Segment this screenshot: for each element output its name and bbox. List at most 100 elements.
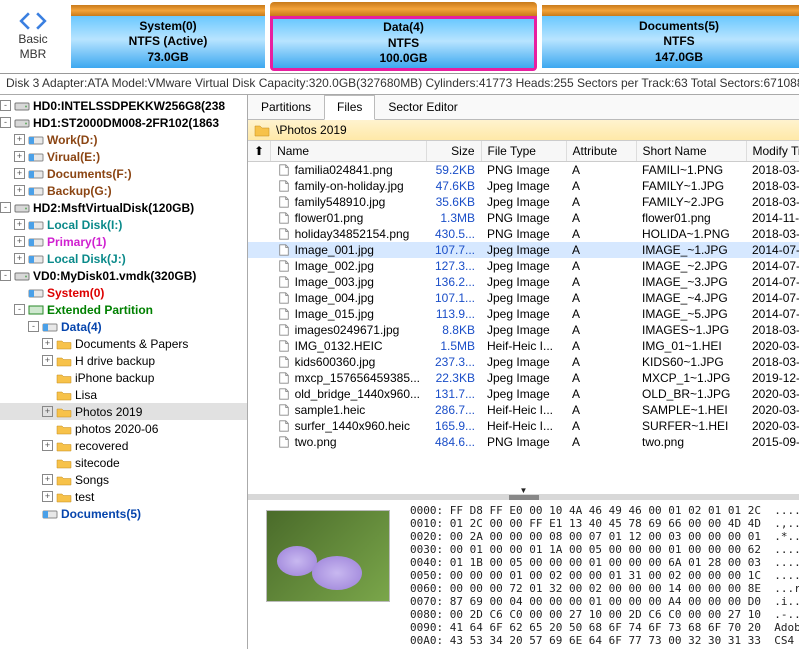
tree-item[interactable]: + test [0, 488, 247, 505]
tree-item[interactable]: + Work(D:) [0, 131, 247, 148]
tree-item[interactable]: -HD2:MsftVirtualDisk(120GB) [0, 199, 247, 216]
file-row[interactable]: Image_015.jpg113.9...Jpeg ImageAIMAGE_~5… [248, 306, 799, 322]
expand-toggle[interactable]: - [0, 100, 11, 111]
expand-toggle[interactable]: + [14, 185, 25, 196]
file-list[interactable]: ⬆ Name Size File Type Attribute Short Na… [248, 141, 799, 494]
image-preview [248, 500, 408, 649]
folder-icon [56, 371, 72, 385]
tree-label: photos 2020-06 [75, 422, 158, 436]
splitter-handle[interactable] [509, 495, 539, 500]
tree-item[interactable]: + Backup(G:) [0, 182, 247, 199]
file-row[interactable]: Image_001.jpg107.7...Jpeg ImageAIMAGE_~1… [248, 242, 799, 258]
col-short[interactable]: Short Name [636, 141, 746, 162]
tree-item[interactable]: -Extended Partition [0, 301, 247, 318]
folder-icon [56, 456, 72, 470]
tree-item[interactable]: - HD0:INTELSSDPEKKW256G8(238 [0, 97, 247, 114]
col-attr[interactable]: Attribute [566, 141, 636, 162]
expand-toggle[interactable]: - [28, 321, 39, 332]
prev-disk-icon[interactable] [18, 12, 32, 30]
expand-toggle[interactable]: + [14, 168, 25, 179]
disk-tree[interactable]: - HD0:INTELSSDPEKKW256G8(238 - HD1:ST2000DM… [0, 95, 248, 649]
col-mtime[interactable]: Modify Time [746, 141, 799, 162]
tree-item[interactable]: System(0) [0, 284, 247, 301]
tree-item[interactable]: Documents(5) [0, 505, 247, 522]
tree-label: H drive backup [75, 354, 155, 368]
partition-bar: BasicMBR System(0)NTFS (Active)73.0GBDat… [0, 0, 799, 74]
file-row[interactable]: familia024841.png59.2KBPNG ImageAFAMILI~… [248, 162, 799, 179]
tree-item[interactable]: +Documents(F:) [0, 165, 247, 182]
file-row[interactable]: old_bridge_1440x960...131.7...Jpeg Image… [248, 386, 799, 402]
expand-toggle[interactable]: + [42, 491, 53, 502]
file-row[interactable]: IMG_0132.HEIC1.5MBHeif-Heic I...AIMG_01~… [248, 338, 799, 354]
tree-item[interactable]: iPhone backup [0, 369, 247, 386]
file-row[interactable]: Image_002.jpg127.3...Jpeg ImageAIMAGE_~2… [248, 258, 799, 274]
tree-item[interactable]: +Local Disk(J:) [0, 250, 247, 267]
col-size[interactable]: Size [426, 141, 481, 162]
partition-box[interactable]: System(0)NTFS (Active)73.0GB [68, 2, 268, 71]
file-row[interactable]: flower01.png1.3MBPNG ImageAflower01.png2… [248, 210, 799, 226]
partition-box[interactable]: Documents(5)NTFS147.0GB [539, 2, 799, 71]
file-row[interactable]: mxcp_157656459385...22.3KBJpeg ImageAMXC… [248, 370, 799, 386]
tree-item[interactable]: +Local Disk(I:) [0, 216, 247, 233]
expand-toggle[interactable]: + [42, 474, 53, 485]
next-disk-icon[interactable] [34, 12, 48, 30]
tree-item[interactable]: sitecode [0, 454, 247, 471]
tree-item[interactable]: +Virual(E:) [0, 148, 247, 165]
file-row[interactable]: family548910.jpg35.6KBJpeg ImageAFAMILY~… [248, 194, 799, 210]
expand-toggle[interactable]: - [0, 202, 11, 213]
file-row[interactable]: kids600360.jpg237.3...Jpeg ImageAKIDS60~… [248, 354, 799, 370]
hex-view[interactable]: 0000: FF D8 FF E0 00 10 4A 46 49 46 00 0… [408, 500, 799, 649]
expand-toggle[interactable]: + [42, 355, 53, 366]
tab-files[interactable]: Files [324, 95, 375, 120]
tree-label: HD1:ST2000DM008-2FR102(1863 [33, 116, 219, 130]
tree-item[interactable]: -Data(4) [0, 318, 247, 335]
file-row[interactable]: surfer_1440x960.heic165.9...Heif-Heic I.… [248, 418, 799, 434]
expand-toggle[interactable]: + [14, 236, 25, 247]
expand-toggle[interactable]: + [42, 338, 53, 349]
tree-item[interactable]: Lisa [0, 386, 247, 403]
tree-item[interactable]: +Songs [0, 471, 247, 488]
disk-icon [14, 116, 30, 130]
tree-item[interactable]: -VD0:MyDisk01.vmdk(320GB) [0, 267, 247, 284]
up-button[interactable]: ⬆ [248, 141, 271, 162]
expand-toggle[interactable]: - [14, 304, 25, 315]
vol-icon [28, 133, 44, 147]
tab-partitions[interactable]: Partitions [248, 95, 324, 119]
partition-box[interactable]: Data(4)NTFS100.0GB [270, 2, 537, 71]
tree-item[interactable]: +Photos 2019 [0, 403, 247, 420]
vol-icon [28, 235, 44, 249]
expand-toggle[interactable]: + [42, 406, 53, 417]
tree-item[interactable]: +Documents & Papers [0, 335, 247, 352]
ext-icon [28, 303, 44, 317]
tree-item[interactable]: - HD1:ST2000DM008-2FR102(1863 [0, 114, 247, 131]
expand-toggle[interactable]: + [14, 219, 25, 230]
file-row[interactable]: holiday34852154.png430.5...PNG ImageAHOL… [248, 226, 799, 242]
col-name[interactable]: Name [271, 141, 426, 162]
tree-item[interactable]: +recovered [0, 437, 247, 454]
path-bar: \Photos 2019 [248, 120, 799, 141]
file-row[interactable]: family-on-holiday.jpg47.6KBJpeg ImageAFA… [248, 178, 799, 194]
disk-icon [14, 201, 30, 215]
tree-item[interactable]: + Primary(1) [0, 233, 247, 250]
expand-toggle[interactable]: - [0, 117, 11, 128]
tree-label: Primary(1) [47, 235, 106, 249]
expand-toggle[interactable]: + [42, 440, 53, 451]
tree-item[interactable]: + H drive backup [0, 352, 247, 369]
tree-label: test [75, 490, 94, 504]
file-list-header[interactable]: ⬆ Name Size File Type Attribute Short Na… [248, 141, 799, 162]
tree-label: Work(D:) [47, 133, 97, 147]
tree-label: HD0:INTELSSDPEKKW256G8(238 [33, 99, 225, 113]
tree-item[interactable]: photos 2020-06 [0, 420, 247, 437]
file-row[interactable]: Image_003.jpg136.2...Jpeg ImageAIMAGE_~3… [248, 274, 799, 290]
file-row[interactable]: images0249671.jpg8.8KBJpeg ImageAIMAGES~… [248, 322, 799, 338]
file-row[interactable]: Image_004.jpg107.1...Jpeg ImageAIMAGE_~4… [248, 290, 799, 306]
expand-toggle[interactable]: + [14, 253, 25, 264]
tree-label: Backup(G:) [47, 184, 112, 198]
file-row[interactable]: two.png484.6...PNG ImageAtwo.png2015-09-… [248, 434, 799, 450]
expand-toggle[interactable]: + [14, 151, 25, 162]
expand-toggle[interactable]: + [14, 134, 25, 145]
expand-toggle[interactable]: - [0, 270, 11, 281]
tab-sector-editor[interactable]: Sector Editor [375, 95, 470, 119]
file-row[interactable]: sample1.heic286.7...Heif-Heic I...ASAMPL… [248, 402, 799, 418]
col-type[interactable]: File Type [481, 141, 566, 162]
